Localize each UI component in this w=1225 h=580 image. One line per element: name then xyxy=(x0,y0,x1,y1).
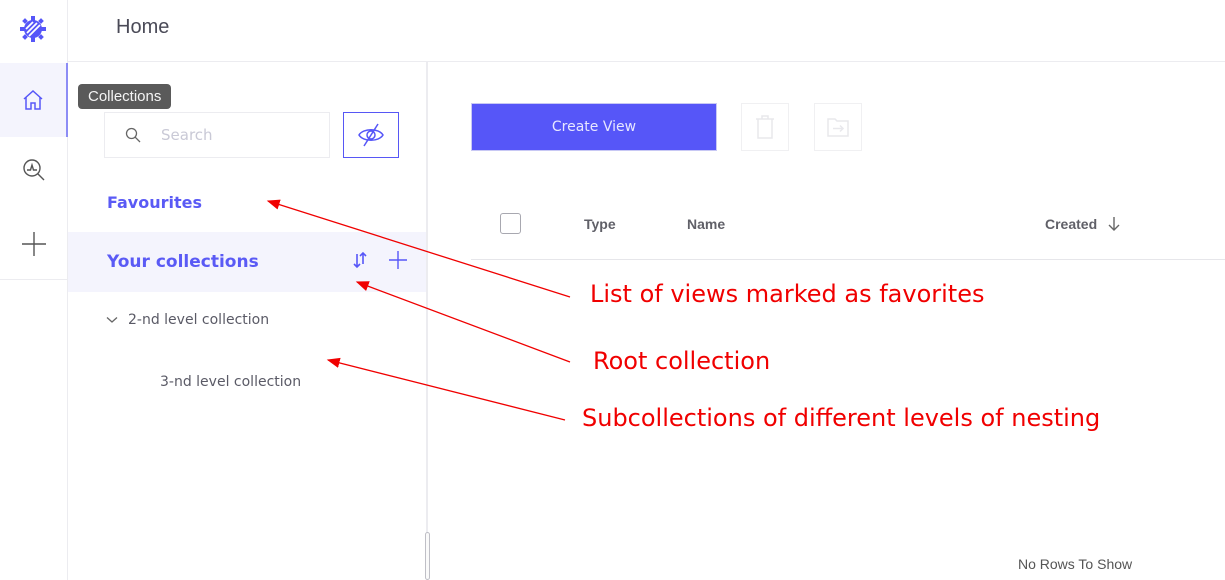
favourites-link[interactable]: Favourites xyxy=(107,193,202,212)
add-collection-icon[interactable] xyxy=(388,250,408,274)
root-collection[interactable]: Your collections xyxy=(68,232,426,292)
table-header: Type Name Created xyxy=(471,200,1225,260)
explore-search-icon xyxy=(23,159,45,181)
chevron-down-icon[interactable] xyxy=(106,316,118,324)
tree-item-label: 3-nd level collection xyxy=(160,374,302,390)
create-view-button[interactable]: Create View xyxy=(471,103,717,151)
root-collection-label[interactable]: Your collections xyxy=(107,252,259,272)
tooltip: Collections xyxy=(78,84,172,109)
delete-button[interactable] xyxy=(741,103,789,151)
collections-panel: Search Favourites Your collections 2-nd … xyxy=(68,62,430,580)
annotation-subcollections: Subcollections of different levels of ne… xyxy=(582,404,1101,432)
column-header-created-label: Created xyxy=(1045,216,1098,232)
rail-item-explore[interactable] xyxy=(0,133,68,207)
trash-icon xyxy=(756,115,774,139)
toggle-visibility-button[interactable] xyxy=(343,112,399,158)
column-header-type[interactable]: Type xyxy=(584,216,616,232)
gear-logo-icon xyxy=(20,16,46,42)
move-button[interactable] xyxy=(814,103,862,151)
tree-item-level-3[interactable]: 3-nd level collection xyxy=(160,374,301,390)
sort-icon[interactable] xyxy=(353,250,367,274)
empty-table-message: No Rows To Show xyxy=(1018,556,1133,572)
annotation-favourites: List of views marked as favorites xyxy=(590,280,985,308)
rail-divider xyxy=(0,279,68,280)
search-placeholder: Search xyxy=(161,126,213,144)
page-title: Home xyxy=(116,16,170,38)
rail-item-create[interactable] xyxy=(0,207,68,281)
select-all-checkbox[interactable] xyxy=(500,213,521,234)
home-icon xyxy=(23,89,43,110)
eye-off-icon xyxy=(358,123,384,147)
search-input[interactable]: Search xyxy=(104,112,330,158)
plus-icon xyxy=(22,232,46,256)
icon-rail xyxy=(0,0,68,580)
folder-move-icon xyxy=(827,118,849,137)
page-header: Home xyxy=(68,0,1225,62)
sort-desc-icon xyxy=(1108,217,1120,231)
rail-item-collections[interactable] xyxy=(0,63,68,137)
main-content: Create View Type Name Created No Rows To… xyxy=(430,62,1225,580)
tree-item-label: 2-nd level collection xyxy=(128,312,270,328)
tree-item-level-2[interactable]: 2-nd level collection xyxy=(106,312,269,328)
app-logo[interactable] xyxy=(16,12,50,46)
column-header-name[interactable]: Name xyxy=(687,216,725,232)
column-header-created[interactable]: Created xyxy=(1045,216,1121,232)
annotation-root: Root collection xyxy=(593,347,771,375)
search-icon xyxy=(125,127,141,143)
